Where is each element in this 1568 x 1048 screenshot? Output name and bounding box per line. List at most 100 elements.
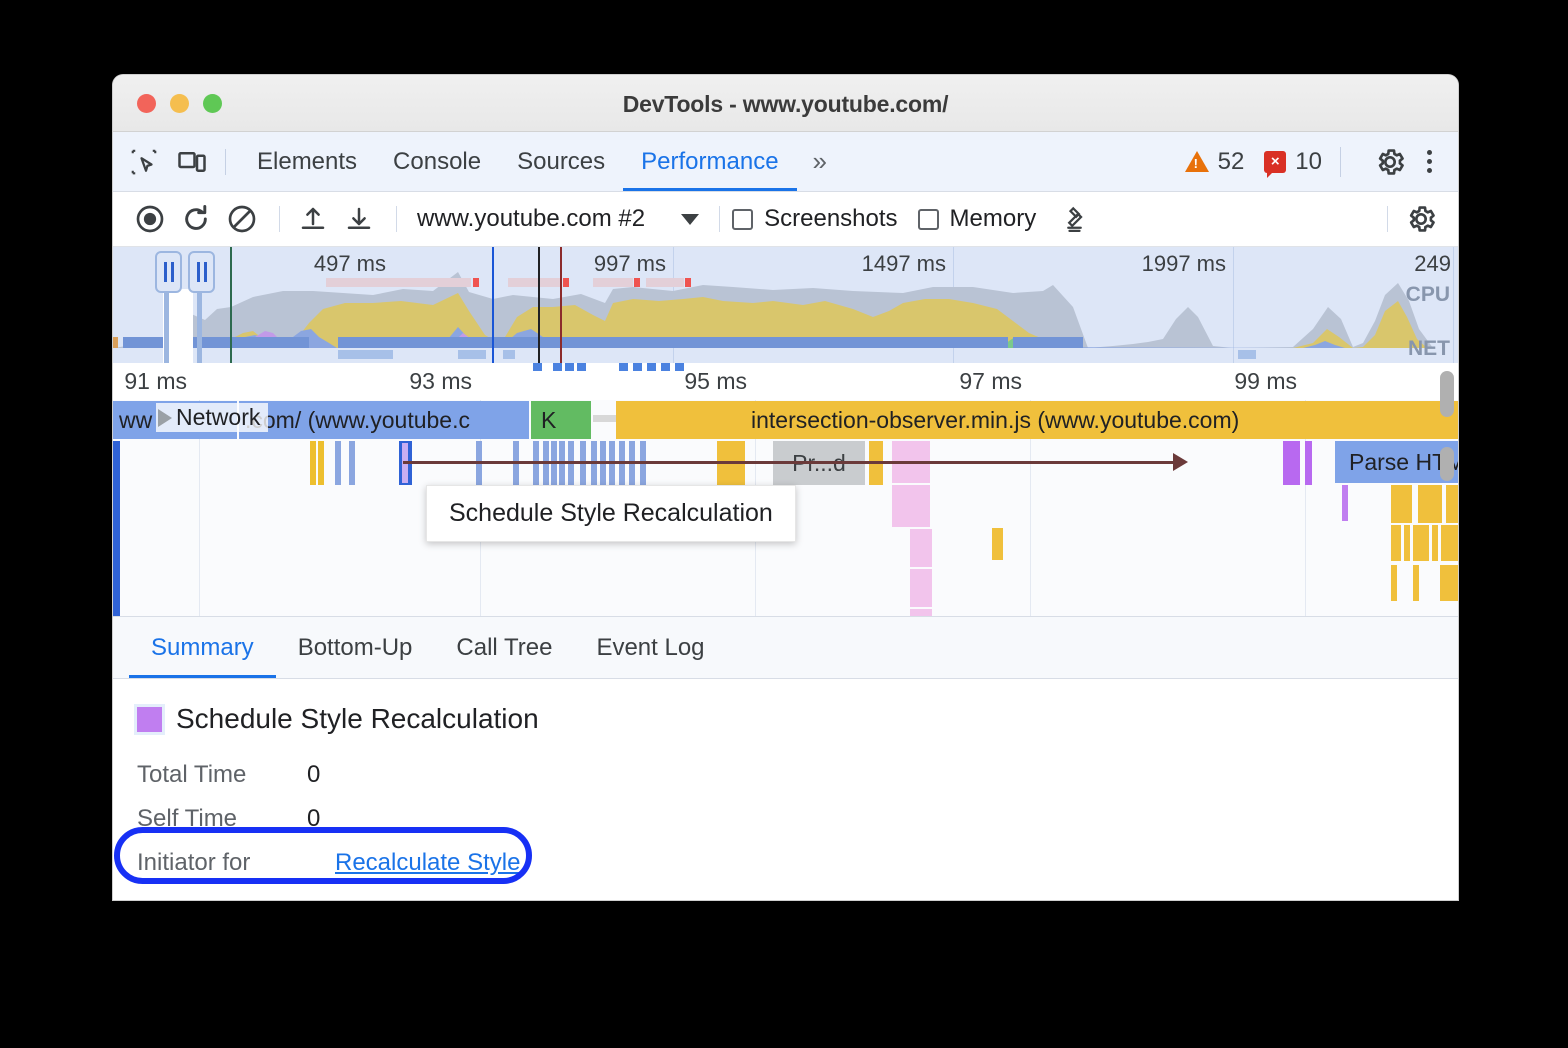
overview-track-labels: CPU NET xyxy=(1406,275,1450,363)
overview-frame-tick xyxy=(473,278,479,287)
flame-chart[interactable]: 91 ms 93 ms 95 ms 97 ms 99 ms ww .com/ (… xyxy=(113,363,1458,617)
details-tabstrip: Summary Bottom-Up Call Tree Event Log xyxy=(113,617,1458,679)
network-expander-icon[interactable] xyxy=(158,409,172,427)
overview-frame-bar xyxy=(646,278,684,287)
summary-row-initiator: Initiator for Recalculate Style xyxy=(137,849,1458,877)
total-time-label: Total Time xyxy=(137,761,307,789)
toolbar-divider-1 xyxy=(279,206,280,232)
overview-net-track xyxy=(113,337,1458,348)
tab-performance[interactable]: Performance xyxy=(623,132,796,191)
tab-elements[interactable]: Elements xyxy=(239,132,375,191)
flame-block-schedule-style-recalculation[interactable] xyxy=(1283,441,1300,485)
performance-toolbar: www.youtube.com #2 Screenshots Memory xyxy=(113,192,1458,247)
overview-time-label: 1997 ms xyxy=(1142,251,1233,277)
overview-frame-tick xyxy=(563,278,569,287)
flame-block-gap xyxy=(593,415,617,422)
summary-row-self-time: Self Time 0 xyxy=(137,805,1458,833)
device-toolbar-icon[interactable] xyxy=(175,145,209,179)
initiator-arrowhead-icon xyxy=(1173,453,1188,471)
flame-block-script-yellow[interactable]: intersection-observer.min.js (www.youtub… xyxy=(616,401,1458,439)
tab-console[interactable]: Console xyxy=(375,132,499,191)
flame-block-network-request[interactable]: .com/ (www.youtube.c xyxy=(239,401,529,439)
devtools-window: DevTools - www.youtube.com/ Elements Con… xyxy=(113,75,1458,900)
summary-event-title: Schedule Style Recalculation xyxy=(137,703,1458,735)
trace-selector[interactable]: www.youtube.com #2 xyxy=(417,205,699,233)
summary-row-total-time: Total Time 0 xyxy=(137,761,1458,789)
overview-time-label: 497 ms xyxy=(314,251,393,277)
flame-chart-scrollbar-thumb[interactable] xyxy=(1440,371,1454,417)
overview-handle-right[interactable] xyxy=(188,251,215,293)
overview-label-cpu: CPU xyxy=(1406,275,1450,315)
kebab-menu-icon[interactable] xyxy=(1415,144,1444,179)
overview-frame-tick xyxy=(685,278,691,287)
gear-icon[interactable] xyxy=(1373,145,1407,179)
flame-block-schedule-style-recalculation[interactable] xyxy=(1305,441,1312,485)
reload-record-icon[interactable] xyxy=(175,198,217,240)
overview-time-label: 997 ms xyxy=(594,251,673,277)
tab-sources[interactable]: Sources xyxy=(499,132,623,191)
overview-marker-fcp xyxy=(492,247,494,363)
summary-panel: Schedule Style Recalculation Total Time … xyxy=(113,679,1458,900)
overview-frame-bar xyxy=(593,278,633,287)
overview-marker-load xyxy=(560,247,562,363)
self-time-label: Self Time xyxy=(137,805,307,833)
warning-counter[interactable]: 52 xyxy=(1185,148,1245,176)
tab-call-tree[interactable]: Call Tree xyxy=(434,617,574,678)
download-profile-icon[interactable] xyxy=(338,198,380,240)
memory-checkbox-box xyxy=(918,209,939,230)
tab-summary[interactable]: Summary xyxy=(129,617,276,678)
tab-bottom-up[interactable]: Bottom-Up xyxy=(276,617,435,678)
trace-selector-value: www.youtube.com #2 xyxy=(417,205,645,233)
collect-garbage-icon[interactable] xyxy=(1056,198,1098,240)
network-track-label[interactable]: Network xyxy=(156,403,268,432)
error-counter[interactable]: × 10 xyxy=(1264,148,1322,176)
initiator-link-recalculate-style[interactable]: Recalculate Style xyxy=(335,849,520,877)
tab-event-log[interactable]: Event Log xyxy=(574,617,726,678)
network-track-label-text: Network xyxy=(176,404,260,431)
flame-block-layout[interactable] xyxy=(910,609,932,617)
tab-overflow-icon[interactable]: » xyxy=(797,132,843,191)
upload-profile-icon[interactable] xyxy=(292,198,334,240)
flame-block-layout[interactable] xyxy=(910,529,932,567)
memory-checkbox[interactable]: Memory xyxy=(918,205,1037,233)
screenshots-checkbox-box xyxy=(732,209,753,230)
overview-marker-dcl xyxy=(230,247,232,363)
screenshots-label: Screenshots xyxy=(764,205,897,233)
overview-handle-left[interactable] xyxy=(155,251,182,293)
flame-chart-scrollbar-thumb-2[interactable] xyxy=(1440,447,1454,481)
chevron-down-icon xyxy=(681,214,699,225)
record-icon[interactable] xyxy=(129,198,171,240)
flame-block-script-green[interactable]: K xyxy=(531,401,591,439)
flame-chart-tooltip: Schedule Style Recalculation xyxy=(426,485,796,542)
ruler-time-label: 95 ms xyxy=(684,368,755,395)
summary-event-name: Schedule Style Recalculation xyxy=(176,703,539,735)
ruler-time-label: 99 ms xyxy=(1234,368,1305,395)
flame-block-layout[interactable] xyxy=(892,485,930,527)
inspect-icon[interactable] xyxy=(127,145,161,179)
error-count: 10 xyxy=(1295,148,1322,176)
warning-count: 52 xyxy=(1218,148,1245,176)
toolbar-divider-4 xyxy=(1387,206,1388,232)
self-time-value: 0 xyxy=(307,805,320,833)
overview-frame-tick xyxy=(634,278,640,287)
tabstrip-right-divider xyxy=(1340,147,1341,177)
ruler-time-label: 97 ms xyxy=(959,368,1030,395)
initiator-label: Initiator for xyxy=(137,849,307,877)
memory-label: Memory xyxy=(950,205,1037,233)
flame-block-main-edge xyxy=(113,441,120,617)
clear-icon[interactable] xyxy=(221,198,263,240)
overview-frame-bar xyxy=(508,278,560,287)
ruler-time-label: 91 ms xyxy=(124,368,195,395)
overview-frame-bar xyxy=(326,278,471,287)
toolbar-divider-3 xyxy=(719,206,720,232)
flame-block-layout[interactable] xyxy=(910,569,932,607)
capture-settings-icon[interactable] xyxy=(1400,198,1442,240)
ruler-time-label: 93 ms xyxy=(409,368,480,395)
window-titlebar: DevTools - www.youtube.com/ xyxy=(113,75,1458,132)
overview-marker-lcp xyxy=(538,247,540,363)
warning-triangle-icon xyxy=(1185,151,1209,172)
flame-chart-ruler: 91 ms 93 ms 95 ms 97 ms 99 ms xyxy=(113,363,1458,400)
screenshots-checkbox[interactable]: Screenshots xyxy=(732,205,897,233)
timeline-overview[interactable]: 497 ms 997 ms 1497 ms 1997 ms 249 CPU NE… xyxy=(113,247,1458,363)
window-title: DevTools - www.youtube.com/ xyxy=(113,91,1458,118)
